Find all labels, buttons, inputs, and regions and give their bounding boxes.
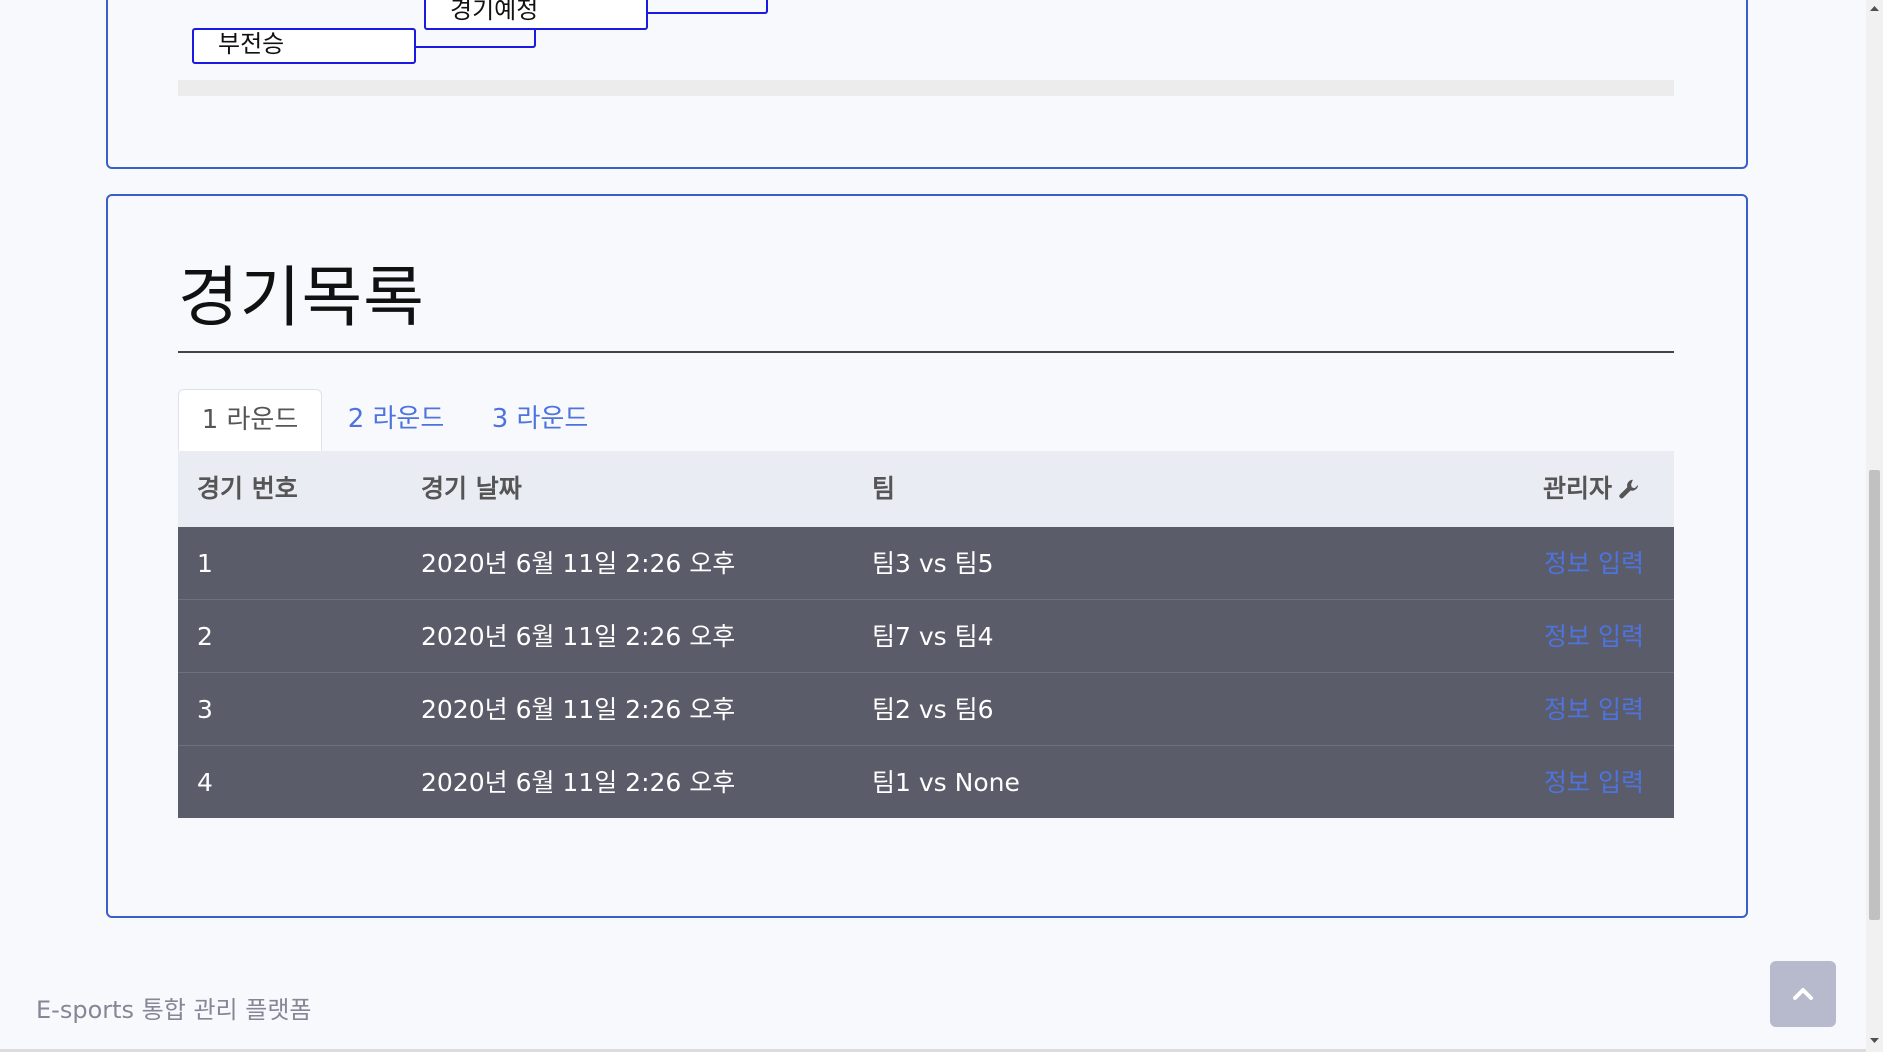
admin-label: 관리자 (1542, 474, 1612, 503)
match-number: 2 (197, 622, 213, 651)
match-date: 2020년 6월 11일 2:26 오후 (421, 695, 736, 724)
match-teams: 팀7 vs 팀4 (872, 622, 994, 651)
table-row: 2 2020년 6월 11일 2:26 오후 팀7 vs 팀4 정보 입력 (178, 600, 1674, 673)
table-row: 4 2020년 6월 11일 2:26 오후 팀1 vs None 정보 입력 (178, 746, 1674, 818)
column-header-match-number: 경기 번호 (197, 474, 298, 503)
column-header-admin: 관리자 (1543, 451, 1644, 527)
tab-round-2[interactable]: 2 라운드 (326, 389, 466, 451)
bracket-match-label: 부전승 (218, 30, 285, 58)
table-header: 경기 번호 경기 날짜 팀 관리자 (178, 451, 1674, 527)
bracket-match-box-bye[interactable]: 부전승 (192, 28, 416, 64)
bracket-connector (414, 28, 536, 48)
tab-round-1[interactable]: 1 라운드 (178, 389, 322, 451)
page-title: 경기목록 (178, 259, 425, 336)
chevron-up-icon (1793, 988, 1813, 1000)
tab-label: 2 라운드 (347, 404, 445, 434)
column-header-match-date: 경기 날짜 (421, 474, 522, 503)
round-tabs: 1 라운드 2 라운드 3 라운드 (178, 389, 1674, 452)
bracket-connector (646, 0, 768, 14)
enter-info-link[interactable]: 정보 입력 (1544, 746, 1644, 820)
page: 경기예정 부전승 경기목록 1 라운드 2 라운드 3 라운드 경기 번호 경기… (0, 0, 1866, 1052)
match-number: 3 (197, 695, 213, 724)
enter-info-link[interactable]: 정보 입력 (1544, 527, 1644, 601)
footer-brand: E-sports 통합 관리 플랫폼 (36, 996, 312, 1024)
match-teams: 팀1 vs None (872, 768, 1020, 797)
match-date: 2020년 6월 11일 2:26 오후 (421, 622, 736, 651)
match-date: 2020년 6월 11일 2:26 오후 (421, 549, 736, 578)
title-divider (178, 351, 1674, 353)
match-number: 1 (197, 549, 213, 578)
scroll-up-arrow-icon[interactable] (1866, 0, 1883, 17)
wrench-icon (1619, 479, 1639, 499)
match-teams: 팀3 vs 팀5 (872, 549, 994, 578)
tab-round-3[interactable]: 3 라운드 (470, 389, 610, 451)
enter-info-link[interactable]: 정보 입력 (1544, 600, 1644, 674)
scroll-down-arrow-icon[interactable] (1866, 1032, 1883, 1049)
match-date: 2020년 6월 11일 2:26 오후 (421, 768, 736, 797)
match-table: 경기 번호 경기 날짜 팀 관리자 1 2020년 6월 11일 2:26 오후… (178, 451, 1674, 818)
table-row: 3 2020년 6월 11일 2:26 오후 팀2 vs 팀6 정보 입력 (178, 673, 1674, 746)
tab-label: 3 라운드 (491, 404, 589, 434)
bracket-horizontal-scrollbar[interactable] (178, 80, 1674, 96)
scrollbar-thumb[interactable] (1869, 470, 1880, 920)
column-header-teams: 팀 (872, 474, 896, 503)
match-number: 4 (197, 768, 213, 797)
match-teams: 팀2 vs 팀6 (872, 695, 994, 724)
table-row: 1 2020년 6월 11일 2:26 오후 팀3 vs 팀5 정보 입력 (178, 527, 1674, 600)
tab-label: 1 라운드 (201, 405, 299, 435)
enter-info-link[interactable]: 정보 입력 (1544, 673, 1644, 747)
scroll-to-top-button[interactable] (1770, 961, 1836, 1027)
bracket-match-label: 경기예정 (450, 0, 539, 24)
bracket-match-box-scheduled[interactable]: 경기예정 (424, 0, 648, 30)
page-vertical-scrollbar[interactable] (1866, 0, 1883, 1052)
